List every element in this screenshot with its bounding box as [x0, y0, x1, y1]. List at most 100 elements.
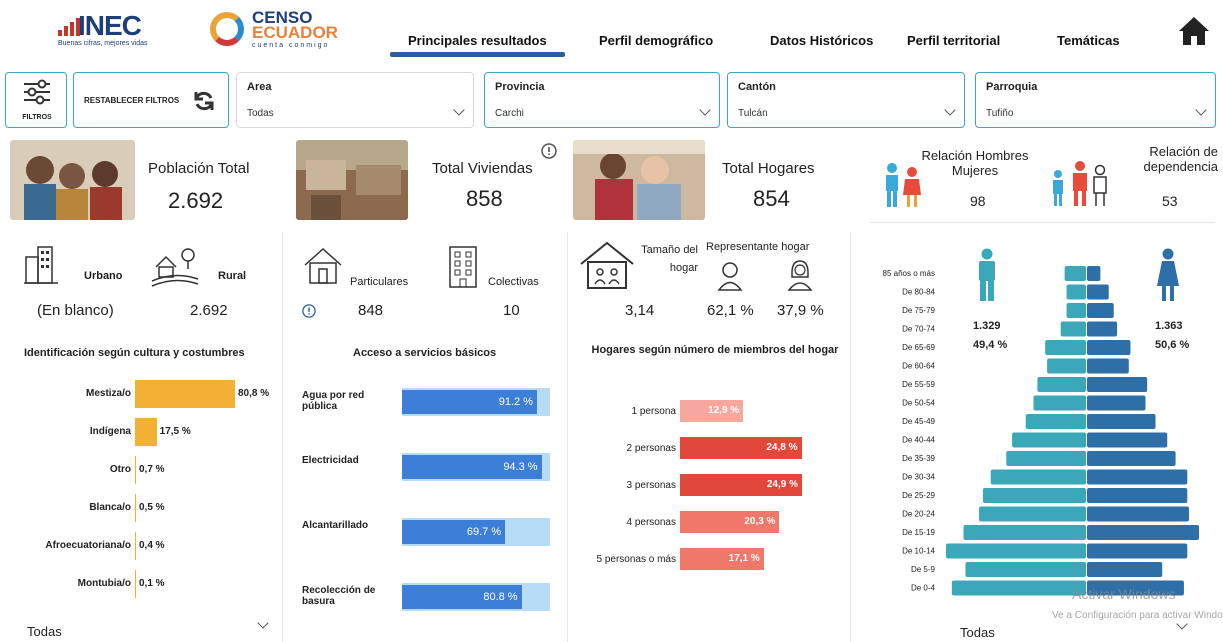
info-icon[interactable]: [302, 304, 316, 318]
piramide-bar-hombres: [1047, 358, 1086, 374]
hogares-photo: [573, 140, 705, 220]
cultura-bar-label: Afroecuatoriana/o: [45, 540, 131, 551]
piramide-age-label: De 50-54: [902, 399, 935, 408]
dependencia-value: 53: [1162, 193, 1178, 209]
piramide-bar-mujeres: [1087, 284, 1109, 300]
piramide-bar-mujeres: [1087, 321, 1118, 337]
piramide-bar-hombres: [1045, 340, 1086, 355]
restablecer-filtros-button[interactable]: RESTABLECER FILTROS: [73, 72, 229, 128]
piramide-bar-mujeres: [1087, 488, 1188, 503]
piramide-bar-mujeres: [1087, 340, 1131, 355]
inec-tagline: Buenas cifras, mejores vidas: [58, 40, 148, 47]
piramide-bar-mujeres: [1087, 469, 1188, 485]
cultura-bar-value: 0,7 %: [139, 464, 165, 475]
servicio-bar-value: 80.8 %: [402, 585, 522, 609]
piramide-bar-hombres: [1064, 266, 1086, 281]
urbano-label: Urbano: [84, 270, 123, 282]
servicio-bar-value: 94.3 %: [402, 455, 542, 479]
miembros-bar: 17,1 %: [680, 548, 764, 570]
servicio-label: Agua por red pública: [302, 390, 365, 412]
chevron-down-icon[interactable]: [257, 617, 269, 629]
piramide-age-label: De 35-39: [902, 454, 935, 463]
miembros-chart: 1 persona 12,9 % 2 personas 24,8 % 3 persona…: [570, 400, 850, 620]
servicios-chart: Agua por red pública 91.2 % Electricidad 94…: [290, 380, 565, 630]
provincia-dropdown[interactable]: Provincia Carchi: [484, 72, 720, 128]
chevron-down-icon: [699, 104, 711, 116]
divider: [567, 232, 568, 642]
canton-value: Tulcán: [738, 108, 768, 119]
miembros-label: 1 persona: [631, 406, 676, 417]
piramide-bar-mujeres: [1087, 377, 1148, 392]
canton-dropdown[interactable]: Cantón Tulcán: [727, 72, 965, 128]
tab-tematicas[interactable]: Temáticas: [1057, 33, 1120, 48]
colectivas-value: 10: [503, 302, 520, 319]
censo-logo: CENSO ECUADOR cuenta conmigo: [210, 8, 360, 52]
parroquia-dropdown[interactable]: Parroquia Tufiño: [975, 72, 1216, 128]
piramide-age-label: De 70-74: [902, 325, 935, 334]
miembros-label: 2 personas: [626, 443, 676, 454]
cultura-bar-value: 17,5 %: [159, 426, 191, 437]
miembros-bar: 24,9 %: [680, 474, 802, 496]
servicio-bar-value: 91.2 %: [402, 390, 537, 414]
cultura-bar-label: Mestiza/o: [85, 388, 131, 399]
miembros-bar: 20,3 %: [680, 511, 780, 533]
piramide-bar-mujeres: [1087, 543, 1188, 559]
hogares-label: Total Hogares: [722, 160, 815, 177]
cultura-bar-value: 0,4 %: [139, 540, 165, 551]
piramide-bar-mujeres: [1087, 414, 1156, 429]
piramide-slicer-value[interactable]: Todas: [960, 625, 995, 640]
tab-datos-historicos[interactable]: Datos Históricos: [770, 33, 873, 48]
miembros-bar: 12,9 %: [680, 400, 744, 422]
hombre-representante-icon: [717, 262, 743, 291]
poblacion-value: 2.692: [168, 188, 224, 213]
cultura-slicer-value[interactable]: Todas: [27, 624, 62, 639]
familia-icon: [1053, 161, 1107, 206]
filtros-button[interactable]: FILTROS: [5, 72, 67, 128]
censo-ring-icon: [210, 12, 244, 46]
cultura-bar: [135, 532, 136, 560]
piramide-age-label: De 40-44: [902, 436, 935, 445]
piramide-age-label: De 5-9: [911, 565, 936, 574]
home-icon[interactable]: [1177, 14, 1211, 48]
activar-windows-watermark: Activar Windows: [1072, 586, 1176, 602]
piramide-bar-mujeres: [1087, 432, 1168, 448]
hogares-value: 854: [753, 186, 790, 211]
hombre-mujer-icon: [886, 163, 921, 207]
tab-perfil-demografico[interactable]: Perfil demográfico: [599, 33, 713, 48]
piramide-age-label: De 65-69: [902, 343, 935, 352]
piramide-bar-mujeres: [1087, 358, 1129, 374]
particulares-value: 848: [358, 302, 384, 319]
piramide-bar-hombres: [982, 488, 1086, 503]
piramide-age-label: De 80-84: [902, 288, 935, 297]
filtros-label: FILTROS: [22, 114, 52, 121]
piramide-bar-mujeres: [1087, 451, 1176, 466]
piramide-bar-mujeres: [1087, 266, 1101, 281]
tab-principales-resultados[interactable]: Principales resultados: [408, 33, 547, 48]
piramide-age-label: De 20-24: [902, 510, 935, 519]
area-dropdown[interactable]: Area Todas: [236, 72, 474, 128]
piramide-age-label: De 15-19: [902, 528, 935, 537]
viviendas-label: Total Viviendas: [432, 160, 533, 177]
cultura-bar-label: Blanca/o: [89, 502, 131, 513]
divider: [870, 222, 1215, 223]
provincia-value: Carchi: [495, 108, 524, 119]
servicio-label: Electricidad: [302, 455, 359, 466]
tab-perfil-territorial[interactable]: Perfil territorial: [907, 33, 1000, 48]
inec-logo: INEC Buenas cifras, mejores vidas: [58, 10, 178, 48]
piramide-age-label: De 30-34: [902, 473, 935, 482]
rural-label: Rural: [218, 270, 247, 282]
inec-logo-text: INEC: [78, 10, 142, 41]
piramide-age-label: De 0-4: [911, 584, 936, 593]
piramide-bar-mujeres: [1087, 395, 1146, 411]
cultura-bar-label: Montubia/o: [77, 578, 131, 589]
viviendas-photo: [296, 140, 408, 220]
chevron-down-icon: [1195, 104, 1207, 116]
tamano-value: 3,14: [625, 302, 655, 319]
house-icon: [304, 247, 342, 284]
piramide-bar-hombres: [1066, 284, 1086, 300]
poblacion-photo: [10, 140, 135, 220]
cultura-bar: [135, 418, 157, 446]
servicios-title: Acceso a servicios básicos: [353, 347, 497, 359]
info-icon[interactable]: [541, 143, 557, 159]
particulares-label: Particulares: [350, 276, 409, 288]
